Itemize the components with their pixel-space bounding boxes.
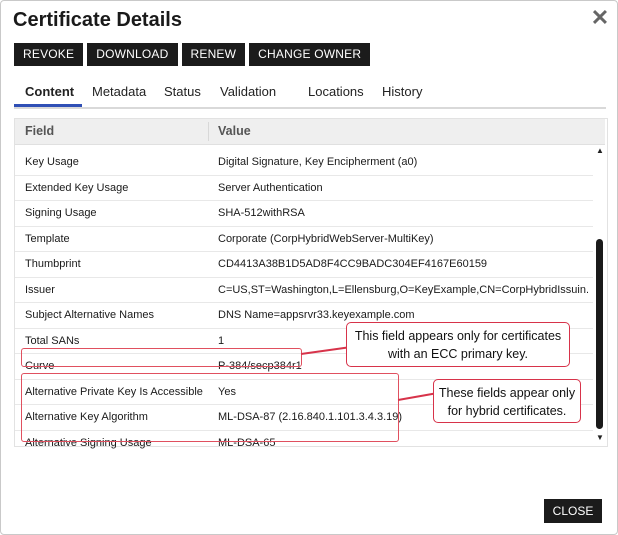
active-tab-indicator <box>14 104 82 107</box>
tab-locations[interactable]: Locations <box>308 84 364 99</box>
scroll-down-icon[interactable]: ▼ <box>595 434 605 442</box>
row-field: Extended Key Usage <box>25 181 129 194</box>
table-row[interactable]: Issuer C=US,ST=Washington,L=Ellensburg,O=… <box>15 278 593 303</box>
tab-bar: Content Metadata Status Validation Locat… <box>14 81 606 109</box>
row-value: Digital Signature, Key Encipherment (a0) <box>218 156 418 168</box>
row-field: Issuer <box>25 283 55 296</box>
close-icon[interactable]: ✕ <box>589 7 611 29</box>
row-value: DNS Name=appsrvr33.keyexample.com <box>218 309 415 321</box>
row-value: CD4413A38B1D5AD8F4CC9BADC304EF4167E60159 <box>218 258 488 270</box>
row-value: SHA-512withRSA <box>218 207 305 219</box>
row-field: Template <box>25 232 70 245</box>
certificate-details-dialog: Certificate Details ✕ REVOKE DOWNLOAD RE… <box>0 0 618 535</box>
tab-validation[interactable]: Validation <box>220 84 276 99</box>
grid-header: Field Value <box>15 119 605 145</box>
column-header-value[interactable]: Value <box>218 124 251 138</box>
ecc-callout: This field appears only for certificates… <box>346 322 570 367</box>
scrollbar-thumb[interactable] <box>596 239 603 429</box>
column-header-field[interactable]: Field <box>25 124 54 138</box>
toolbar: REVOKE DOWNLOAD RENEW CHANGE OWNER <box>14 43 371 66</box>
dialog-title: Certificate Details <box>13 9 182 31</box>
row-value: Corporate (CorpHybridWebServer-MultiKey) <box>218 232 434 245</box>
row-value: C=US,ST=Washington,L=Ellensburg,O=KeyExa… <box>218 283 588 296</box>
close-button[interactable]: CLOSE <box>544 499 602 523</box>
curve-row-highlight <box>21 348 302 367</box>
row-field: Subject Alternative Names <box>25 309 155 321</box>
row-field: Thumbprint <box>25 258 81 270</box>
column-divider <box>208 122 209 141</box>
hybrid-callout: These fields appear only for hybrid cert… <box>433 379 581 423</box>
row-field: Signing Usage <box>25 207 97 219</box>
tab-status[interactable]: Status <box>164 84 201 99</box>
scroll-up-icon[interactable]: ▲ <box>595 147 605 155</box>
vertical-scrollbar[interactable]: ▲ ▼ <box>595 145 605 444</box>
download-button[interactable]: DOWNLOAD <box>87 43 178 66</box>
tab-metadata[interactable]: Metadata <box>92 84 146 99</box>
row-value: Server Authentication <box>218 181 323 194</box>
tab-content[interactable]: Content <box>25 84 74 99</box>
revoke-button[interactable]: REVOKE <box>14 43 84 66</box>
tab-history[interactable]: History <box>382 84 422 99</box>
table-row[interactable]: Key Usage Digital Signature, Key Encipher… <box>15 150 593 176</box>
table-row[interactable]: Thumbprint CD4413A38B1D5AD8F4CC9BADC304EF… <box>15 252 593 278</box>
table-row[interactable]: Signing Usage SHA-512withRSA <box>15 201 593 227</box>
renew-button[interactable]: RENEW <box>181 43 246 66</box>
change-owner-button[interactable]: CHANGE OWNER <box>249 43 371 66</box>
table-row[interactable]: Template Corporate (CorpHybridWebServer-M… <box>15 227 593 252</box>
hybrid-rows-highlight <box>21 373 399 442</box>
row-field: Key Usage <box>25 156 79 168</box>
table-row[interactable]: Extended Key Usage Server Authentication <box>15 176 593 201</box>
row-field: Total SANs <box>25 334 80 347</box>
